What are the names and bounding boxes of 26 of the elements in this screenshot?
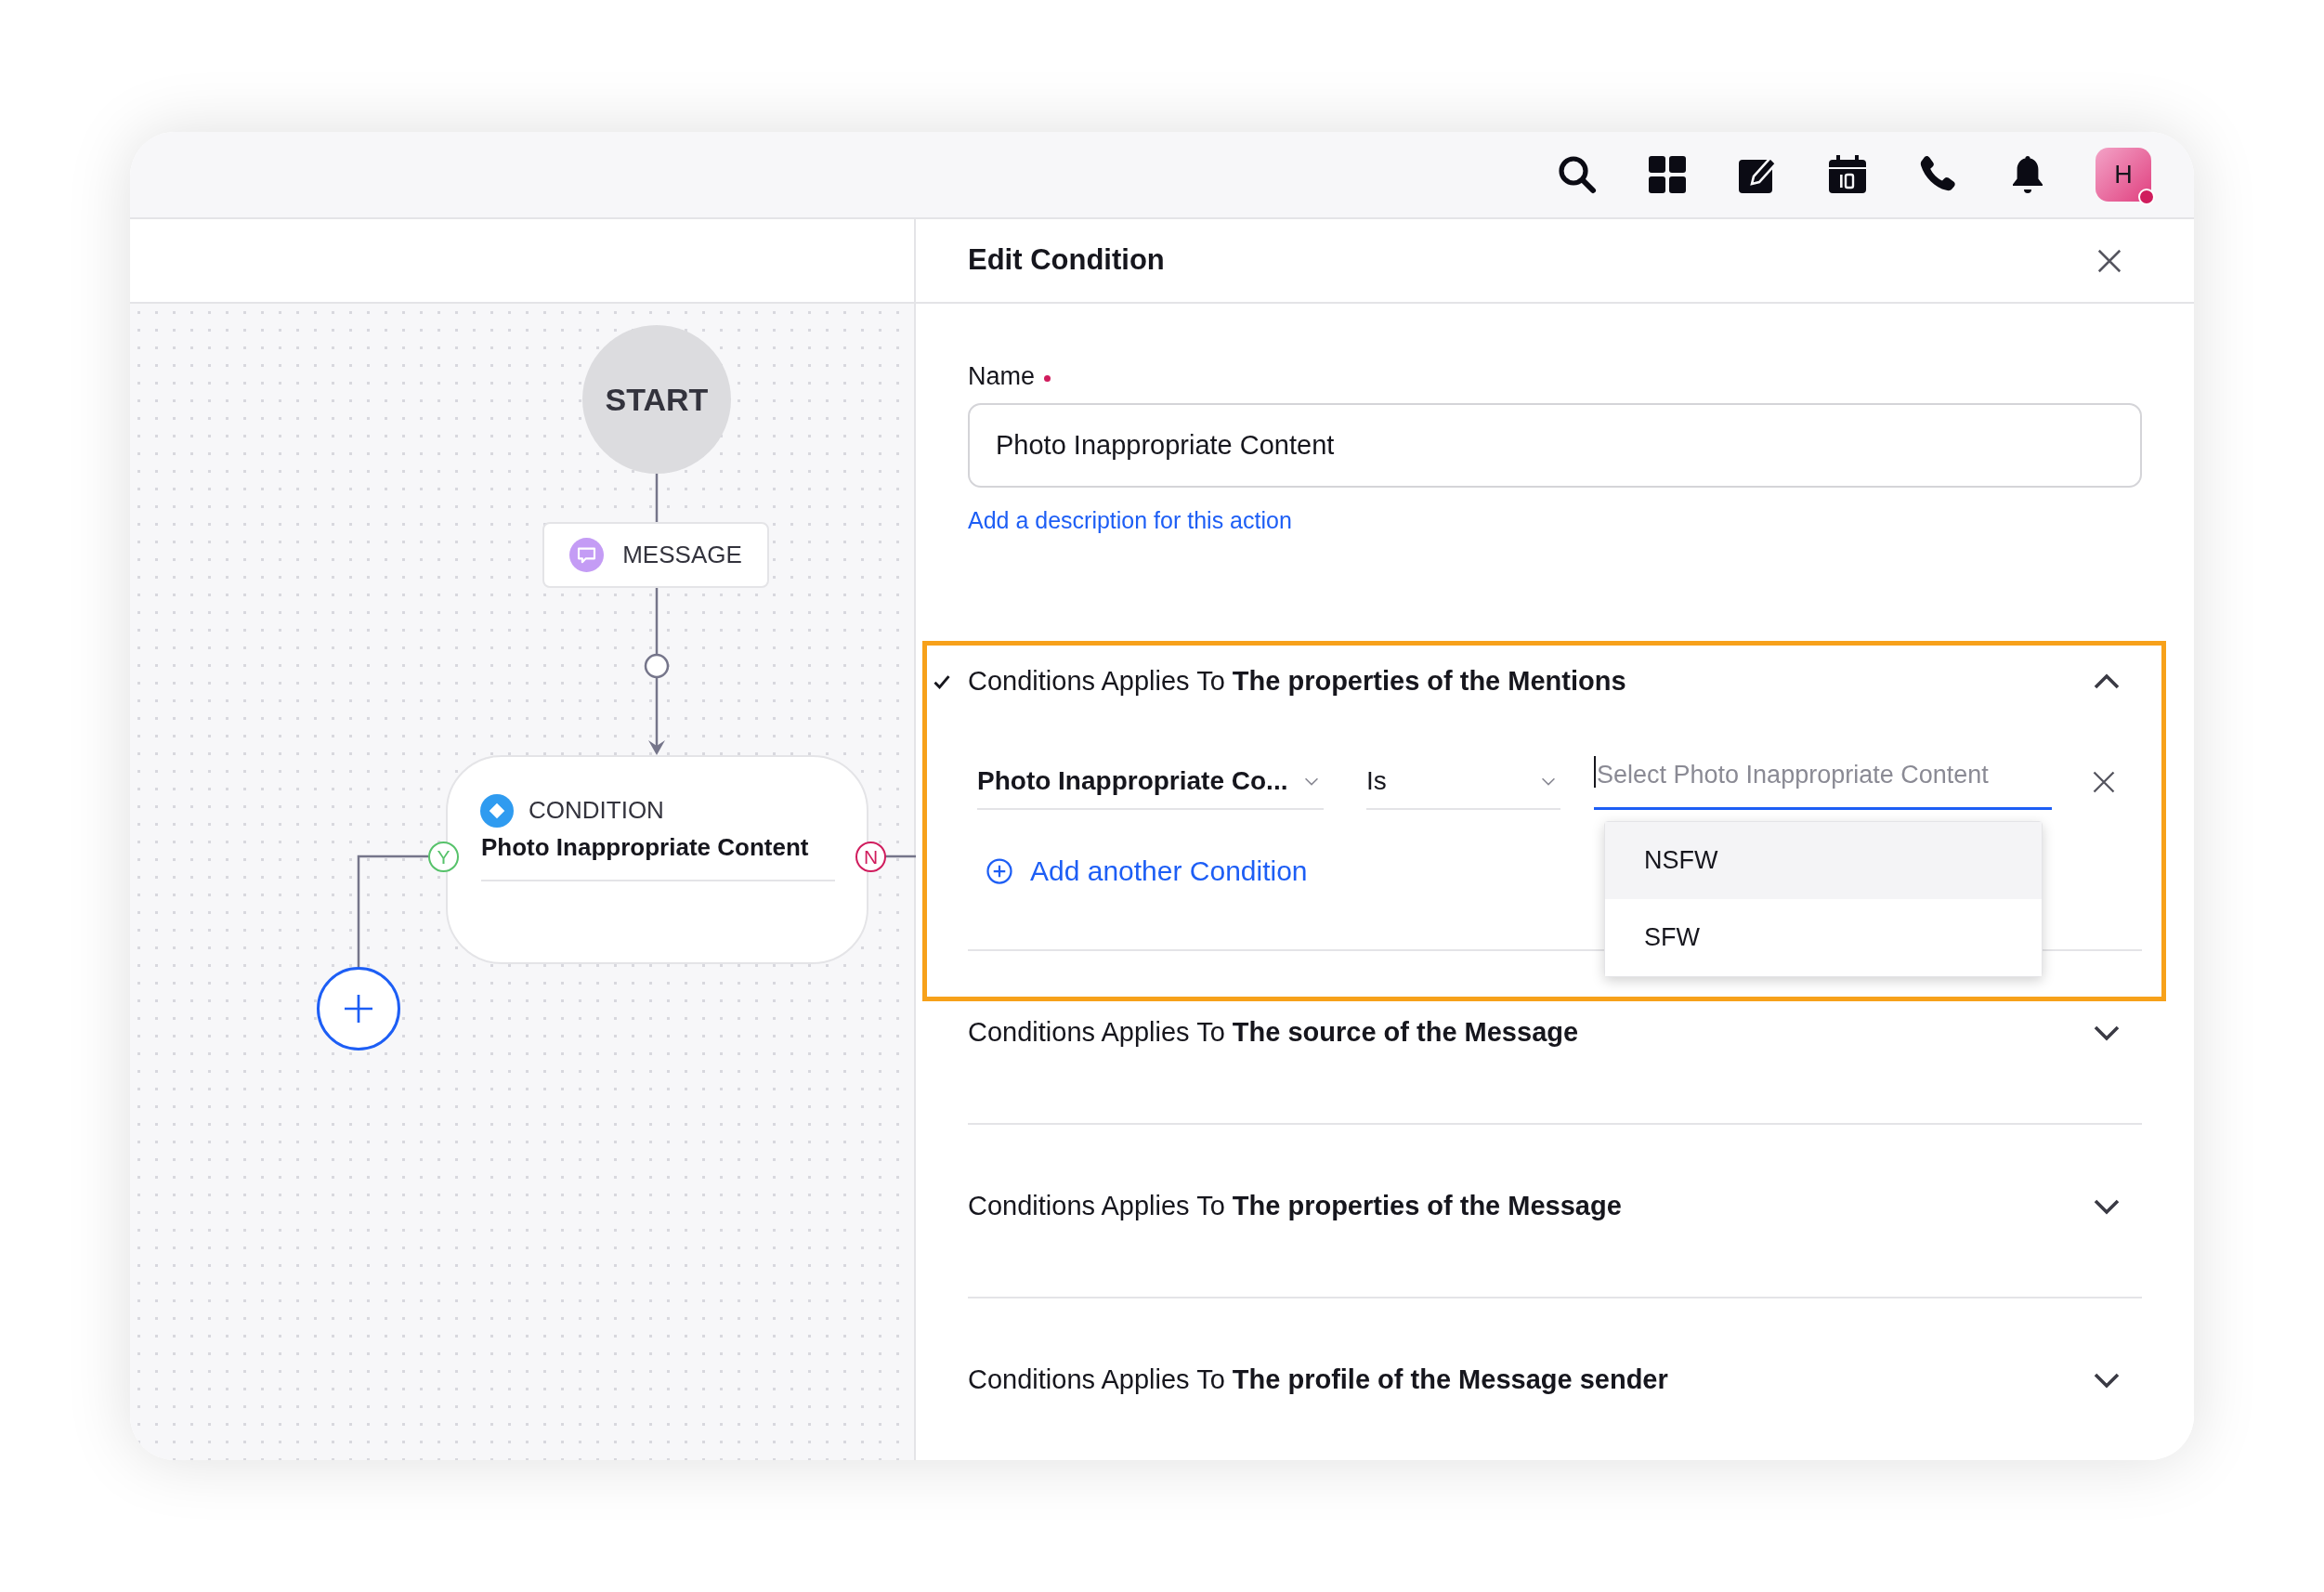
- section-title: Conditions Applies To The properties of the Message: [968, 1189, 1622, 1222]
- field-select[interactable]: Photo Inappropriate Co...: [977, 753, 1324, 810]
- node-type-label: CONDITION: [529, 795, 664, 826]
- node-label: MESSAGE: [622, 540, 742, 570]
- message-node[interactable]: MESSAGE: [542, 522, 769, 588]
- start-node[interactable]: START: [582, 325, 731, 474]
- name-input[interactable]: Photo Inappropriate Content: [968, 403, 2142, 488]
- description-link[interactable]: Add a description for this action: [968, 503, 1292, 539]
- dropdown-option[interactable]: SFW: [1605, 898, 2042, 976]
- operator-select[interactable]: Is: [1366, 753, 1560, 810]
- connector-line: [655, 588, 659, 654]
- plus-circle-icon: [986, 856, 1013, 885]
- node-title: Photo Inappropriate Content: [481, 832, 809, 863]
- field-label: Name: [968, 360, 1036, 392]
- section-title: Conditions Applies To The source of the Message: [968, 1015, 1579, 1049]
- section-title: Conditions Applies To The profile of the Message sender: [968, 1363, 1668, 1396]
- dropdown-option[interactable]: NSFW: [1605, 821, 2042, 899]
- add-condition-link[interactable]: Add another Condition: [986, 852, 1308, 890]
- panel-title: Edit Condition: [968, 242, 1165, 279]
- chat-bubble-icon: [569, 538, 605, 572]
- avatar[interactable]: H: [2096, 148, 2151, 202]
- connector-line: [885, 855, 916, 858]
- plus-icon: [342, 992, 375, 1025]
- junction-node[interactable]: [644, 653, 670, 679]
- section-title: Conditions Applies To The properties of the Mentions: [968, 664, 1626, 698]
- connector-line: [655, 474, 659, 522]
